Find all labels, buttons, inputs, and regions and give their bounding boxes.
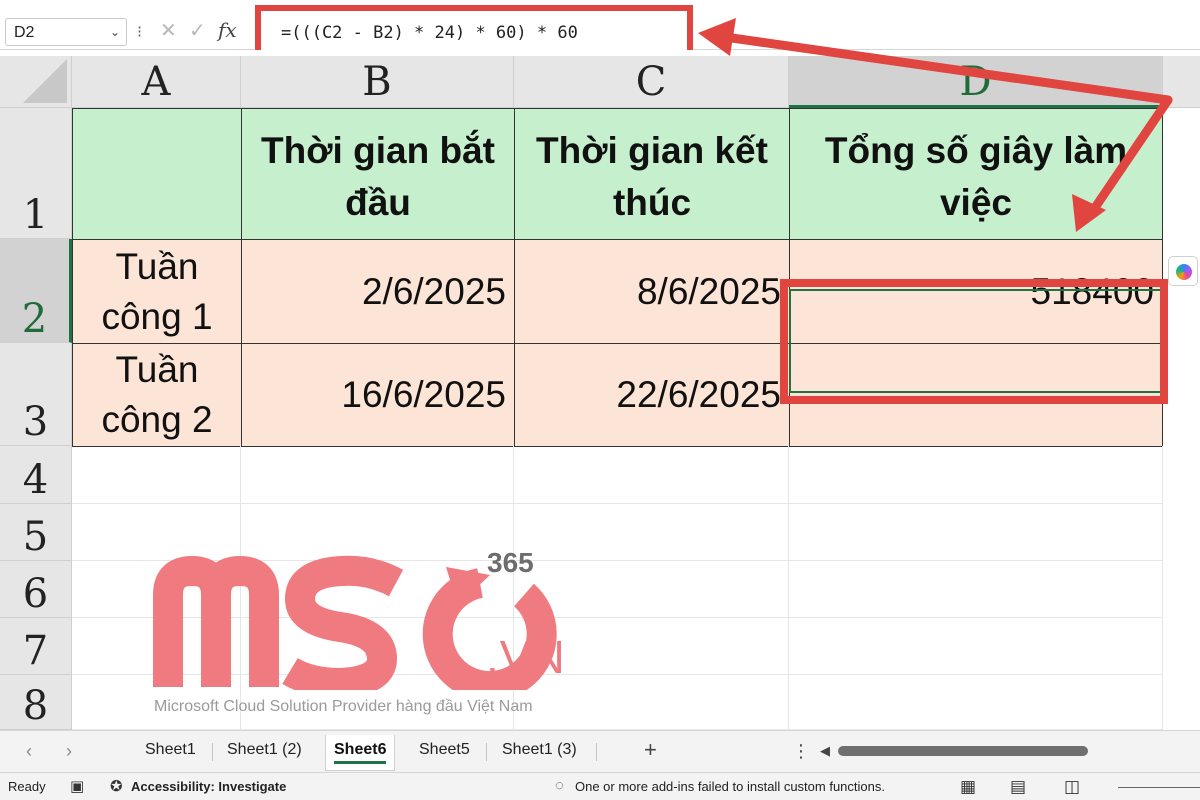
status-ready: Ready <box>8 779 46 794</box>
accessibility-status[interactable]: Accessibility: Investigate <box>131 779 286 794</box>
tab-sheet1-3[interactable]: Sheet1 (3) <box>502 741 577 759</box>
cell-d8[interactable] <box>789 675 1163 730</box>
cell-b1[interactable]: Thời gian bắt đầu <box>241 108 515 240</box>
cell-c1[interactable]: Thời gian kết thúc <box>514 108 790 240</box>
row-header-6[interactable]: 6 <box>0 561 72 618</box>
scroll-left-icon[interactable]: ◀ <box>820 743 830 759</box>
formula-text: =(((C2 - B2) * 24) * 60) * 60 <box>281 23 578 43</box>
row-header-4[interactable]: 4 <box>0 446 72 504</box>
row-header-4-label: 4 <box>22 457 49 503</box>
cell-d4[interactable] <box>789 446 1163 504</box>
column-header-d[interactable]: D <box>789 56 1163 108</box>
tab-divider <box>596 743 597 761</box>
cell-a1[interactable] <box>72 108 242 240</box>
row-header-8-label: 8 <box>22 683 49 729</box>
row-header-1[interactable]: 1 <box>0 108 72 239</box>
column-header-b[interactable]: B <box>241 56 514 108</box>
addin-warning-icon: ◌ <box>555 777 564 794</box>
page-layout-icon[interactable]: ▤ <box>1010 777 1026 797</box>
tab-next-icon[interactable]: › <box>66 741 72 762</box>
row-header-5[interactable]: 5 <box>0 504 72 561</box>
worksheet-grid[interactable]: A B C D 1 2 3 4 5 6 7 8 Thời gian bắt đầ… <box>0 50 1200 730</box>
cell-b5[interactable] <box>241 504 514 561</box>
watermark-tagline: Microsoft Cloud Solution Provider hàng đ… <box>154 698 533 715</box>
cell-d1[interactable]: Tổng số giây làm việc <box>789 108 1163 240</box>
tab-more-icon[interactable]: ⋮ <box>792 741 810 762</box>
macro-record-icon[interactable]: ▣ <box>70 777 84 795</box>
formula-bar-separator-icon: ⁝ <box>137 24 143 41</box>
cell-b4[interactable] <box>241 446 514 504</box>
select-all-corner[interactable] <box>0 56 72 108</box>
tab-divider <box>212 743 213 761</box>
chevron-down-icon[interactable]: ⌄ <box>110 25 120 39</box>
formula-bar: D2 ⌄ ⁝ ✕ ✓ fx =(((C2 - B2) * 24) * 60) *… <box>0 0 1200 57</box>
page-break-preview-icon[interactable]: ◫ <box>1064 777 1080 797</box>
accessibility-icon[interactable]: ✪ <box>110 777 123 795</box>
row-header-3-label: 3 <box>22 399 49 445</box>
row-header-2-label: 2 <box>21 296 48 342</box>
cancel-icon[interactable]: ✕ <box>160 18 177 43</box>
cell-a5[interactable] <box>72 504 241 561</box>
row-header-2[interactable]: 2 <box>0 239 72 343</box>
row-header-7[interactable]: 7 <box>0 618 72 675</box>
cell-d6[interactable] <box>789 561 1163 618</box>
row-header-6-label: 6 <box>22 571 49 617</box>
cell-c3[interactable]: 22/6/2025 <box>514 343 790 447</box>
row-header-1-label: 1 <box>22 192 49 238</box>
name-box[interactable]: D2 ⌄ <box>5 18 127 46</box>
cell-c2[interactable]: 8/6/2025 <box>514 239 790 344</box>
excel-window: D2 ⌄ ⁝ ✕ ✓ fx =(((C2 - B2) * 24) * 60) *… <box>0 0 1200 800</box>
row-header-3[interactable]: 3 <box>0 343 72 446</box>
column-header-c[interactable]: C <box>514 56 789 108</box>
enter-checkmark-icon[interactable]: ✓ <box>189 18 206 43</box>
tab-sheet6[interactable]: Sheet6 <box>325 735 396 771</box>
cell-a4[interactable] <box>72 446 241 504</box>
watermark-domain: .VN <box>486 631 566 683</box>
tab-prev-icon[interactable]: ‹ <box>26 741 32 762</box>
normal-view-icon[interactable]: ▦ <box>960 777 976 797</box>
row-header-8[interactable]: 8 <box>0 675 72 730</box>
column-header-e[interactable] <box>1163 56 1200 108</box>
column-header-a[interactable]: A <box>72 56 241 108</box>
tab-sheet1-2[interactable]: Sheet1 (2) <box>227 741 302 759</box>
cell-a2[interactable]: Tuần công 1 <box>72 239 242 344</box>
cell-a3[interactable]: Tuần công 2 <box>72 343 242 447</box>
copilot-icon[interactable] <box>1168 256 1198 286</box>
cell-d7[interactable] <box>789 618 1163 675</box>
row-header-5-label: 5 <box>22 514 49 560</box>
cell-c4[interactable] <box>514 446 789 504</box>
insert-function-icon[interactable]: fx <box>218 18 237 42</box>
add-sheet-button[interactable]: + <box>644 737 657 763</box>
addins-message[interactable]: One or more add-ins failed to install cu… <box>575 779 885 794</box>
name-box-value: D2 <box>14 24 35 41</box>
cell-d5[interactable] <box>789 504 1163 561</box>
cell-b2[interactable]: 2/6/2025 <box>241 239 515 344</box>
cell-b3[interactable]: 16/6/2025 <box>241 343 515 447</box>
zoom-slider[interactable] <box>1118 787 1200 788</box>
sheet-tabs-bar: ‹ › Sheet1 Sheet1 (2) Sheet6 Sheet5 Shee… <box>0 730 1200 772</box>
tab-sheet1[interactable]: Sheet1 <box>145 741 196 759</box>
horizontal-scrollbar-thumb[interactable] <box>838 746 1088 756</box>
tab-sheet5[interactable]: Sheet5 <box>419 741 470 759</box>
watermark-365: 365 <box>487 547 534 578</box>
tab-divider <box>486 743 487 761</box>
status-bar: Ready ▣ ✪ Accessibility: Investigate ◌ O… <box>0 772 1200 800</box>
annotation-highlight-box <box>780 279 1168 404</box>
cell-c5[interactable] <box>514 504 789 561</box>
row-header-7-label: 7 <box>22 628 49 674</box>
